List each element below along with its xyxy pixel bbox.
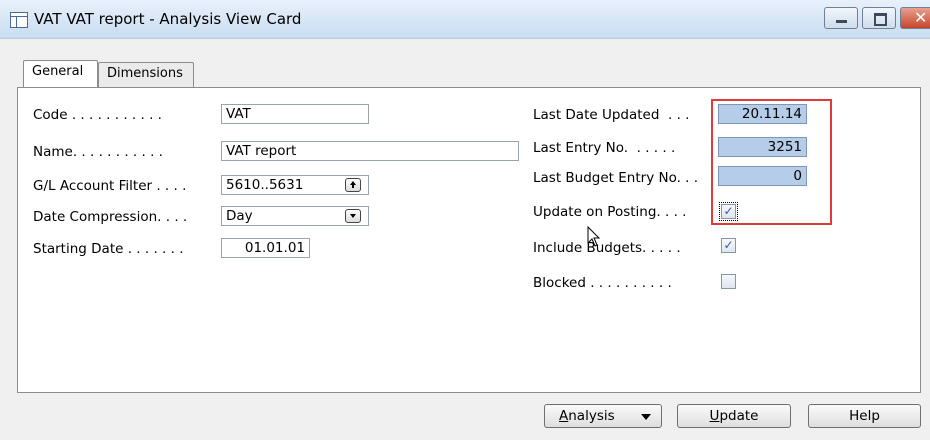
tab-dimensions[interactable]: Dimensions bbox=[98, 62, 194, 87]
mouse-pointer-icon bbox=[587, 226, 601, 247]
date-compression-label: Date Compression. . . . bbox=[33, 209, 188, 225]
help-button[interactable]: Help bbox=[808, 404, 921, 428]
highlight-box bbox=[711, 99, 832, 225]
check-icon: ✓ bbox=[723, 238, 734, 252]
name-field[interactable]: VAT report bbox=[221, 141, 519, 161]
include-budgets-label: Include Budgets. . . . . bbox=[533, 240, 681, 256]
gl-account-filter-value: 5610..5631 bbox=[226, 177, 304, 193]
maximize-icon bbox=[874, 13, 887, 26]
window-title: VAT VAT report - Analysis View Card bbox=[34, 10, 302, 28]
last-budget-entry-no-label: Last Budget Entry No. . . bbox=[533, 170, 699, 186]
card-window-icon bbox=[10, 12, 28, 28]
analysis-button[interactable]: Analysis bbox=[544, 404, 662, 428]
tab-general[interactable]: General bbox=[23, 60, 98, 87]
chevron-down-icon bbox=[350, 214, 356, 218]
update-button[interactable]: Update bbox=[677, 404, 791, 428]
date-compression-dropdown-button[interactable] bbox=[345, 209, 361, 223]
gl-account-filter-label: G/L Account Filter . . . . bbox=[33, 178, 187, 194]
dropdown-arrow-icon bbox=[641, 414, 651, 420]
code-label: Code . . . . . . . . . . . bbox=[33, 107, 162, 123]
blocked-label: Blocked . . . . . . . . . . bbox=[533, 275, 672, 291]
analysis-button-label: nalysis bbox=[568, 408, 615, 424]
starting-date-field[interactable]: 01.01.01 bbox=[221, 238, 310, 258]
include-budgets-checkbox[interactable]: ✓ bbox=[721, 238, 736, 253]
starting-date-label: Starting Date . . . . . . . bbox=[33, 241, 184, 257]
title-bar: VAT VAT report - Analysis View Card ✕ bbox=[0, 0, 930, 39]
last-entry-no-label: Last Entry No. . . . . . bbox=[533, 140, 676, 156]
name-label: Name. . . . . . . . . . . bbox=[33, 144, 163, 160]
last-date-updated-label: Last Date Updated . . . bbox=[533, 107, 690, 123]
arrow-up-icon bbox=[350, 181, 356, 188]
blocked-checkbox[interactable] bbox=[721, 274, 736, 289]
gl-account-filter-lookup-button[interactable] bbox=[345, 178, 361, 192]
close-button[interactable]: ✕ bbox=[900, 7, 930, 29]
update-button-accel: U bbox=[709, 408, 720, 424]
analysis-view-card-window: VAT VAT report - Analysis View Card ✕ Ge… bbox=[0, 0, 930, 440]
update-button-label: pdate bbox=[719, 408, 759, 424]
maximize-button[interactable] bbox=[862, 7, 896, 29]
code-field[interactable]: VAT bbox=[221, 104, 369, 124]
close-icon: ✕ bbox=[914, 8, 928, 27]
analysis-button-accel: A bbox=[559, 408, 569, 424]
minimize-button[interactable] bbox=[824, 7, 858, 29]
date-compression-value: Day bbox=[226, 208, 253, 224]
update-on-posting-label: Update on Posting. . . . bbox=[533, 204, 687, 220]
minimize-icon bbox=[836, 20, 847, 23]
